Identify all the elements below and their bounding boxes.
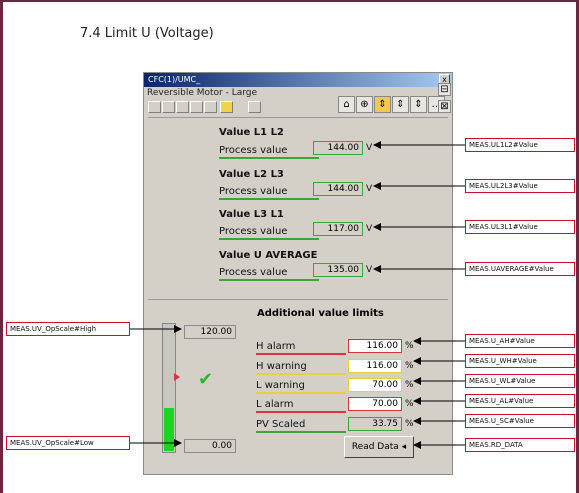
callout-arrows [130, 141, 465, 449]
